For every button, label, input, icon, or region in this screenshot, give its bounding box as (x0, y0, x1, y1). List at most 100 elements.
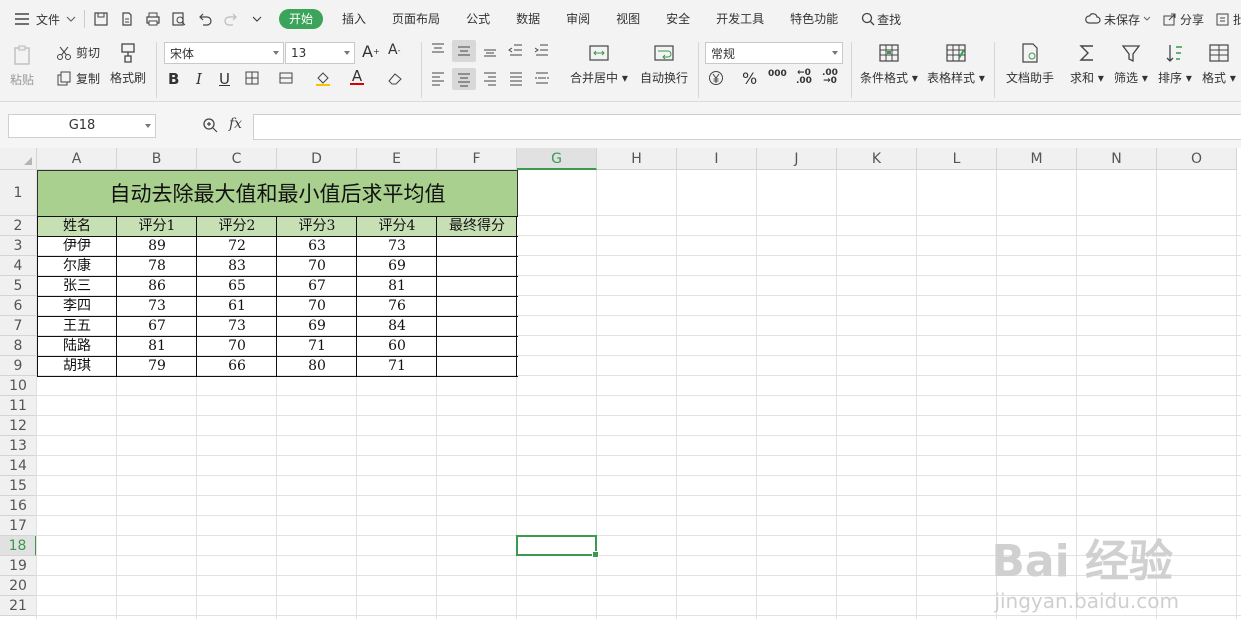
column-header-j[interactable]: J (757, 148, 837, 170)
column-header-g[interactable]: G (517, 148, 597, 170)
score-cell[interactable]: 70 (277, 296, 357, 316)
row-header-20[interactable]: 20 (0, 576, 37, 596)
score-cell[interactable]: 71 (277, 336, 357, 356)
row-header-17[interactable]: 17 (0, 516, 37, 536)
copy-button[interactable]: 复制 (56, 70, 100, 87)
name-cell[interactable]: 王五 (37, 316, 117, 336)
merge-center-button[interactable]: 合并居中 ▾ (570, 42, 628, 86)
bold-button[interactable]: B (168, 70, 179, 88)
name-box[interactable]: G18 (8, 114, 156, 138)
customize-dropdown-icon[interactable] (249, 11, 265, 27)
tab-data[interactable]: 数据 (503, 9, 553, 29)
final-score-cell[interactable] (437, 316, 517, 336)
percent-button[interactable]: % (742, 69, 757, 88)
conditional-format-button[interactable]: 条件格式 ▾ (860, 42, 918, 86)
borders-button[interactable] (244, 70, 260, 86)
decrease-font-button[interactable]: A- (388, 42, 400, 58)
formula-input[interactable] (253, 114, 1241, 140)
score-cell[interactable]: 67 (277, 276, 357, 296)
row-header-11[interactable]: 11 (0, 396, 37, 416)
column-header-l[interactable]: L (917, 148, 997, 170)
column-header-n[interactable]: N (1077, 148, 1157, 170)
column-header-e[interactable]: E (357, 148, 437, 170)
row-header-8[interactable]: 8 (0, 336, 37, 356)
score-cell[interactable]: 70 (197, 336, 277, 356)
wrap-text-button[interactable]: 自动换行 (640, 42, 688, 86)
filter-button[interactable]: 筛选 ▾ (1114, 42, 1148, 86)
row-header-9[interactable]: 9 (0, 356, 37, 376)
row-header-16[interactable]: 16 (0, 496, 37, 516)
column-header-k[interactable]: K (837, 148, 917, 170)
score-cell[interactable]: 84 (357, 316, 437, 336)
column-header-d[interactable]: D (277, 148, 357, 170)
header-cell[interactable]: 评分3 (277, 216, 357, 236)
insert-function-button[interactable]: fx (229, 116, 242, 132)
score-cell[interactable]: 71 (357, 356, 437, 376)
final-score-cell[interactable] (437, 236, 517, 256)
align-left-button[interactable] (430, 70, 446, 86)
score-cell[interactable]: 83 (197, 256, 277, 276)
row-header-13[interactable]: 13 (0, 436, 37, 456)
score-cell[interactable]: 70 (277, 256, 357, 276)
clear-button[interactable] (387, 70, 403, 86)
print-icon[interactable] (145, 11, 161, 27)
name-cell[interactable]: 李四 (37, 296, 117, 316)
print-preview-icon[interactable] (171, 11, 187, 27)
score-cell[interactable]: 66 (197, 356, 277, 376)
number-format-select[interactable]: 常规 (705, 42, 843, 64)
score-cell[interactable]: 79 (117, 356, 197, 376)
name-cell[interactable]: 陆路 (37, 336, 117, 356)
column-header-h[interactable]: H (597, 148, 677, 170)
sum-button[interactable]: 求和 ▾ (1070, 42, 1104, 86)
cell-fill-pattern-button[interactable] (278, 70, 294, 86)
tab-home[interactable]: 开始 (279, 9, 324, 29)
name-cell[interactable]: 张三 (37, 276, 117, 296)
row-header-14[interactable]: 14 (0, 456, 37, 476)
column-header-b[interactable]: B (117, 148, 197, 170)
tab-insert[interactable]: 插入 (329, 9, 379, 29)
score-cell[interactable]: 89 (117, 236, 197, 256)
undo-icon[interactable] (197, 11, 213, 27)
sort-button[interactable]: 排序 ▾ (1158, 42, 1192, 86)
tab-formulas[interactable]: 公式 (453, 9, 503, 29)
score-cell[interactable]: 69 (357, 256, 437, 276)
row-header-5[interactable]: 5 (0, 276, 37, 296)
column-header-m[interactable]: M (997, 148, 1077, 170)
underline-button[interactable]: U (219, 70, 230, 88)
file-menu[interactable]: 文件 (14, 11, 76, 28)
tab-special-features[interactable]: 特色功能 (777, 9, 851, 29)
score-cell[interactable]: 67 (117, 316, 197, 336)
decrease-decimal-button[interactable]: .00 →0 (822, 69, 838, 86)
score-cell[interactable]: 73 (357, 236, 437, 256)
sheet-title-cell[interactable]: 自动去除最大值和最小值后求平均值 (37, 170, 518, 217)
header-cell[interactable]: 评分2 (197, 216, 277, 236)
score-cell[interactable]: 72 (197, 236, 277, 256)
align-right-button[interactable] (482, 70, 498, 86)
row-header-21[interactable]: 21 (0, 596, 37, 616)
name-cell[interactable]: 尔康 (37, 256, 117, 276)
score-cell[interactable]: 63 (277, 236, 357, 256)
row-header-19[interactable]: 19 (0, 556, 37, 576)
row-header-18[interactable]: 18 (0, 536, 37, 556)
align-bottom-button[interactable] (482, 42, 498, 58)
column-header-a[interactable]: A (37, 148, 117, 170)
redo-icon[interactable] (223, 11, 239, 27)
score-cell[interactable]: 73 (197, 316, 277, 336)
score-cell[interactable]: 80 (277, 356, 357, 376)
score-cell[interactable]: 81 (117, 336, 197, 356)
format-painter-button[interactable]: 格式刷 (110, 42, 146, 86)
score-cell[interactable]: 60 (357, 336, 437, 356)
distributed-button[interactable] (534, 70, 550, 86)
tab-view[interactable]: 视图 (603, 9, 653, 29)
column-header-f[interactable]: F (437, 148, 517, 170)
name-cell[interactable]: 伊伊 (37, 236, 117, 256)
selected-cell[interactable] (516, 535, 599, 558)
tab-security[interactable]: 安全 (653, 9, 703, 29)
tab-page-layout[interactable]: 页面布局 (379, 9, 453, 29)
unsaved-button[interactable]: 未保存 (1085, 11, 1151, 28)
row-header-2[interactable]: 2 (0, 216, 37, 236)
italic-button[interactable]: I (196, 70, 202, 88)
font-size-select[interactable]: 13 (285, 42, 355, 64)
table-style-button[interactable]: 表格样式 ▾ (927, 42, 985, 86)
thousands-separator-button[interactable]: 000 (768, 69, 787, 79)
